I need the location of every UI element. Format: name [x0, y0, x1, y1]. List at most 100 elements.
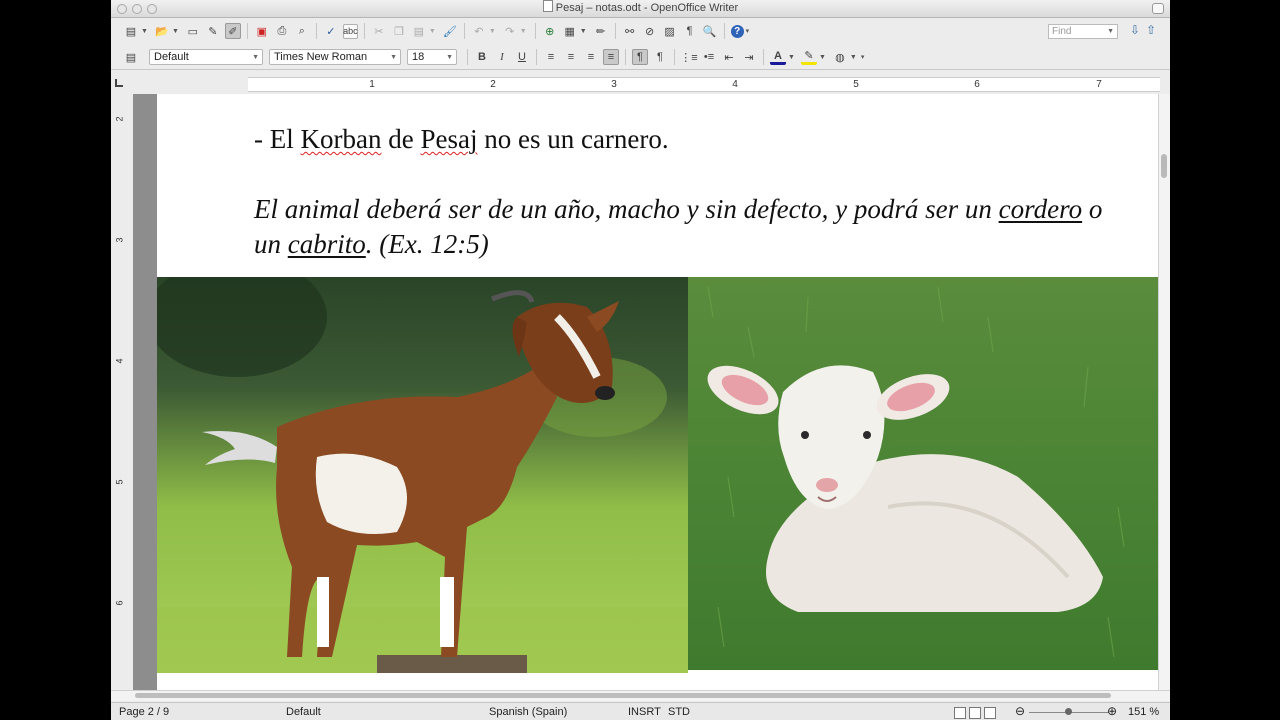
ruler-track[interactable]: 1 2 3 4 5 6 7: [248, 77, 1160, 92]
selection-mode[interactable]: STD: [668, 706, 690, 718]
paste-dropdown-icon[interactable]: ▼: [429, 28, 436, 35]
align-right-icon[interactable]: ≡: [583, 49, 599, 65]
font-name-dropdown-icon[interactable]: ▼: [390, 54, 397, 61]
find-previous-icon[interactable]: ⇧: [1146, 23, 1156, 37]
align-center-icon[interactable]: ≡: [563, 49, 579, 65]
new-document-icon[interactable]: ▤: [123, 23, 139, 39]
table-icon[interactable]: ▦: [562, 23, 578, 39]
tab-type-icon[interactable]: [115, 79, 123, 87]
writer-window: Pesaj – notas.odt - OpenOffice Writer ▤ ▼…: [111, 0, 1170, 720]
numbering-icon[interactable]: ⋮≡: [680, 49, 697, 65]
table-dropdown-icon[interactable]: ▼: [580, 28, 587, 35]
formatting-marks-icon[interactable]: ¶: [682, 23, 698, 39]
zoom-icon[interactable]: 🔍: [702, 23, 718, 39]
document-quote-paragraph[interactable]: El animal deberá ser de un año, macho y …: [254, 192, 1114, 262]
background-color-icon[interactable]: ◍: [832, 49, 848, 65]
find-dropdown-icon[interactable]: ▼: [1107, 25, 1114, 38]
hyperlink-icon[interactable]: ⊕: [542, 23, 558, 39]
help-icon[interactable]: ?: [730, 24, 744, 38]
paragraph-style-dropdown-icon[interactable]: ▼: [252, 54, 259, 61]
edit-mode-icon[interactable]: ✐: [224, 23, 241, 39]
misspelled-word[interactable]: Korban: [301, 124, 382, 154]
zoom-level[interactable]: 151 %: [1128, 706, 1159, 718]
print-preview-icon[interactable]: ⌕: [294, 23, 310, 39]
single-page-view-icon[interactable]: [954, 707, 966, 719]
toolbar-toggle-button[interactable]: [1152, 3, 1164, 14]
toolbar-options-icon[interactable]: ▾: [861, 53, 865, 61]
highlighting-dropdown-icon[interactable]: ▼: [819, 54, 826, 61]
bullets-icon[interactable]: •≡: [701, 49, 717, 65]
background-color-dropdown-icon[interactable]: ▼: [850, 54, 857, 61]
zoom-out-icon[interactable]: ⊖: [1015, 704, 1025, 718]
align-left-icon[interactable]: ≡: [543, 49, 559, 65]
paste-icon[interactable]: ▤: [411, 23, 427, 39]
document-page[interactable]: - El Korban de Pesaj no es un carnero. E…: [157, 94, 1158, 690]
multi-page-view-icon[interactable]: [969, 707, 981, 719]
navigator-icon[interactable]: ⊘: [642, 23, 658, 39]
gallery-icon[interactable]: ▨: [662, 23, 678, 39]
document-area[interactable]: - El Korban de Pesaj no es un carnero. E…: [133, 94, 1158, 690]
left-to-right-icon[interactable]: ¶: [632, 49, 648, 65]
export-pdf-icon[interactable]: ▣: [254, 23, 270, 39]
increase-indent-icon[interactable]: ⇥: [741, 49, 757, 65]
font-size-select[interactable]: 18 ▼: [407, 49, 457, 65]
vertical-scrollbar[interactable]: [1158, 94, 1170, 690]
language-indicator[interactable]: Spanish (Spain): [489, 706, 567, 718]
find-replace-icon[interactable]: ⚯: [622, 23, 638, 39]
paragraph-style-select[interactable]: Default ▼: [149, 49, 263, 65]
font-name-select[interactable]: Times New Roman ▼: [269, 49, 401, 65]
horizontal-ruler[interactable]: 1 2 3 4 5 6 7: [111, 74, 1170, 92]
save-icon[interactable]: ▭: [185, 23, 201, 39]
view-layout-buttons: [954, 707, 996, 719]
justify-icon[interactable]: ≡: [603, 49, 619, 65]
close-window-button[interactable]: [117, 4, 127, 14]
font-size-dropdown-icon[interactable]: ▼: [446, 54, 453, 61]
insert-mode[interactable]: INSRT: [628, 706, 661, 718]
lamb-photo[interactable]: [688, 277, 1158, 670]
edit-file-icon[interactable]: ✎: [205, 23, 221, 39]
highlighting-icon[interactable]: ✎: [800, 50, 817, 65]
vertical-scrollbar-thumb[interactable]: [1161, 154, 1167, 178]
font-color-icon[interactable]: A: [770, 50, 786, 65]
document-text-line[interactable]: - El Korban de Pesaj no es un carnero.: [254, 124, 669, 155]
embedded-images[interactable]: [157, 277, 1158, 673]
undo-icon[interactable]: ↶: [471, 23, 487, 39]
goat-photo[interactable]: [157, 277, 688, 673]
bold-button[interactable]: B: [474, 49, 490, 65]
open-dropdown-icon[interactable]: ▼: [172, 28, 179, 35]
print-icon[interactable]: ⎙: [274, 23, 290, 39]
book-view-icon[interactable]: [984, 707, 996, 719]
italic-button[interactable]: I: [494, 49, 510, 65]
autospellcheck-icon[interactable]: abc: [342, 23, 358, 39]
find-next-icon[interactable]: ⇩: [1130, 23, 1140, 37]
styles-formatting-icon[interactable]: ▤: [123, 49, 139, 65]
underline-button[interactable]: U: [514, 49, 530, 65]
misspelled-word[interactable]: Pesaj: [420, 124, 477, 154]
find-field[interactable]: Find ▼: [1048, 24, 1118, 39]
copy-icon[interactable]: ❐: [391, 23, 407, 39]
zoom-slider-knob[interactable]: [1065, 708, 1072, 715]
right-to-left-icon[interactable]: ¶: [652, 49, 668, 65]
open-folder-icon[interactable]: 📂: [154, 23, 170, 39]
decrease-indent-icon[interactable]: ⇤: [721, 49, 737, 65]
document-icon: [542, 0, 553, 12]
clone-formatting-icon[interactable]: 🖌: [442, 23, 458, 39]
redo-dropdown-icon[interactable]: ▼: [520, 28, 527, 35]
horizontal-scrollbar-thumb[interactable]: [135, 693, 1111, 698]
undo-dropdown-icon[interactable]: ▼: [489, 28, 496, 35]
spellcheck-icon[interactable]: ✓: [323, 23, 339, 39]
redo-icon[interactable]: ↷: [502, 23, 518, 39]
show-draw-functions-icon[interactable]: ✏: [593, 23, 609, 39]
zoom-window-button[interactable]: [147, 4, 157, 14]
zoom-in-icon[interactable]: ⊕: [1107, 704, 1117, 718]
page-indicator[interactable]: Page 2 / 9: [119, 706, 169, 718]
minimize-window-button[interactable]: [132, 4, 142, 14]
new-dropdown-icon[interactable]: ▼: [141, 28, 148, 35]
toolbar-options-icon[interactable]: ▾: [746, 27, 750, 35]
ruler-number: 7: [1096, 79, 1102, 90]
page-style[interactable]: Default: [286, 706, 321, 718]
horizontal-scrollbar[interactable]: [111, 690, 1170, 701]
cut-icon[interactable]: ✂: [371, 23, 387, 39]
font-color-dropdown-icon[interactable]: ▼: [788, 54, 795, 61]
vertical-ruler[interactable]: 2 3 4 5 6: [111, 94, 131, 690]
